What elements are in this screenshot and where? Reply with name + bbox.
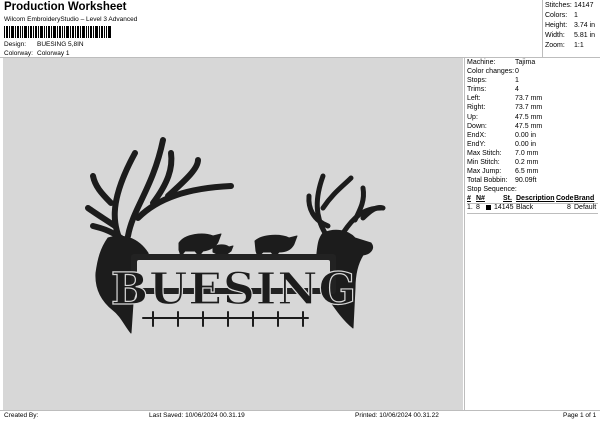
- table-row: 1. 8 14145 Black 8 Default: [467, 204, 598, 213]
- col-desc: Description: [516, 195, 555, 202]
- col-brand: Brand: [574, 195, 595, 202]
- row-n: 8: [476, 204, 480, 211]
- info-label: Max Jump:: [467, 168, 502, 176]
- info-label: EndX:: [467, 131, 487, 139]
- summary-label: Colors:: [545, 12, 568, 19]
- info-label: Left:: [467, 95, 481, 103]
- left-antlers-icon: [85, 137, 234, 251]
- summary-value: 1:1: [574, 42, 584, 49]
- design-text: BUESING: [111, 264, 357, 315]
- info-value: 1: [515, 77, 519, 85]
- info-label: Stops:: [467, 77, 487, 85]
- info-value: 7.0 mm: [515, 149, 539, 157]
- hog-small-silhouette: [212, 244, 234, 255]
- hog-right-silhouette: [254, 234, 298, 258]
- printed-date: Printed: 10/06/2024 00.31.22: [355, 412, 439, 419]
- info-divider: [464, 57, 465, 410]
- embroidery-design: BUESING: [85, 137, 386, 334]
- info-value: 0.00 in: [515, 131, 537, 139]
- col-n: N#: [476, 195, 485, 202]
- col-st: St.: [503, 195, 512, 202]
- info-value: 0: [515, 68, 519, 76]
- design-value: BUESING 5,8IN: [37, 41, 84, 48]
- summary-label: Stitches:: [545, 2, 572, 9]
- seq-row-divider: [467, 213, 598, 214]
- design-preview-canvas: BUESING: [3, 58, 463, 410]
- page-number: Page 1 of 1: [563, 412, 597, 419]
- info-value: 73.7 mm: [515, 104, 543, 112]
- last-saved: Last Saved: 10/06/2024 00.31.19: [149, 412, 245, 419]
- info-value: 4: [515, 86, 519, 94]
- info-label: Down:: [467, 122, 487, 130]
- info-value: 47.5 mm: [515, 122, 543, 130]
- info-label: Total Bobbin:: [467, 177, 508, 185]
- info-value: 6.5 mm: [515, 168, 539, 176]
- machine-info-panel: Machine: Tajima Color changes: 0 Stops: 1 T…: [467, 59, 598, 186]
- summary-value: 1: [574, 12, 578, 19]
- footer-divider: [0, 410, 600, 411]
- summary-label: Zoom:: [545, 42, 565, 49]
- row-brand: Default: [574, 204, 597, 211]
- thread-color-swatch: [486, 205, 491, 210]
- info-label: Max Stitch:: [467, 149, 502, 157]
- colorway-label: Colorway:: [4, 50, 33, 57]
- info-label: Min Stitch:: [467, 159, 500, 167]
- row-st: 14145: [494, 204, 514, 211]
- info-label: Up:: [467, 113, 478, 121]
- software-subtitle: Wilcom EmbroideryStudio – Level 3 Advanc…: [4, 16, 138, 23]
- summary-label: Width:: [545, 32, 565, 39]
- design-label: Design:: [4, 41, 27, 48]
- summary-panel: Stitches: 14147 Colors: 1 Height: 3.74 in W…: [545, 2, 597, 52]
- page-title: Production Worksheet: [4, 1, 127, 13]
- info-label: Right:: [467, 104, 486, 112]
- right-antlers-icon: [306, 173, 386, 236]
- row-desc: Black: [516, 204, 534, 211]
- stop-sequence-label: Stop Sequence:: [467, 186, 517, 193]
- row-num: 1.: [467, 204, 473, 211]
- summary-value: 14147: [574, 2, 594, 9]
- summary-value: 5.81 in: [574, 32, 596, 39]
- info-value: 47.5 mm: [515, 113, 543, 121]
- row-code: 8: [567, 204, 571, 211]
- summary-value: 3.74 in: [574, 22, 596, 29]
- info-label: Machine:: [467, 59, 496, 66]
- info-value: Tajima: [515, 59, 536, 66]
- info-label: EndY:: [467, 140, 486, 148]
- col-code: Code: [556, 195, 574, 202]
- barcode-image: [4, 26, 111, 38]
- info-value: 73.7 mm: [515, 95, 543, 103]
- info-label: Trims:: [467, 86, 487, 94]
- colorway-value: Colorway 1: [37, 50, 70, 57]
- info-value: 0.00 in: [515, 140, 537, 148]
- info-value: 0.2 mm: [515, 159, 539, 167]
- info-value: 90.09ft: [515, 177, 537, 185]
- summary-label: Height:: [545, 22, 568, 29]
- summary-divider: [542, 0, 543, 57]
- info-label: Color changes:: [467, 68, 515, 76]
- created-by: Created By:: [4, 412, 39, 419]
- col-num: #: [467, 195, 471, 202]
